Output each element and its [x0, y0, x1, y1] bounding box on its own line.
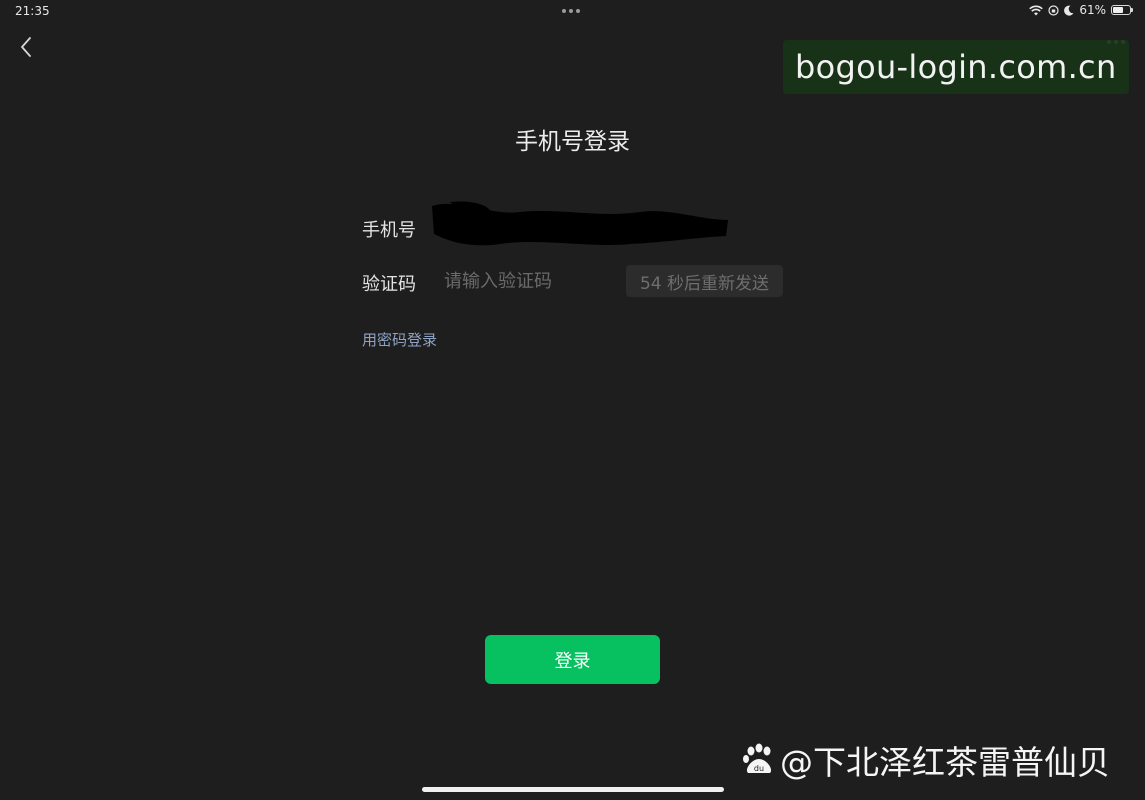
- status-time: 21:35: [15, 4, 50, 18]
- battery-icon: [1111, 5, 1133, 15]
- phone-number-redacted[interactable]: [430, 198, 730, 253]
- author-watermark: du @下北泽红茶雷普仙贝: [742, 736, 1110, 784]
- code-label: 验证码: [362, 274, 416, 295]
- wifi-icon: [1029, 5, 1044, 15]
- login-button[interactable]: 登录: [485, 635, 660, 684]
- url-watermark: bogou-login.com.cn: [783, 40, 1129, 94]
- page-title: 手机号登录: [515, 129, 630, 155]
- baidu-paw-icon: du: [743, 743, 772, 773]
- moon-icon: [1064, 5, 1074, 16]
- svg-text:du: du: [754, 764, 764, 773]
- battery-percent: 61%: [1079, 3, 1106, 17]
- chevron-left-icon: [21, 37, 31, 57]
- phone-label: 手机号: [362, 220, 416, 241]
- phone-login-screen: 21:35 61% bogou-login.com.cn 手机号登录 手机号 验…: [0, 0, 1145, 800]
- status-indicators: 61%: [1029, 3, 1133, 17]
- resend-code-button[interactable]: 54 秒后重新发送: [626, 265, 783, 297]
- back-button[interactable]: [14, 34, 38, 60]
- home-indicator[interactable]: [422, 787, 724, 792]
- verification-code-input[interactable]: [444, 266, 614, 296]
- password-login-link[interactable]: 用密码登录: [362, 329, 437, 350]
- multitask-dots-icon[interactable]: [562, 9, 580, 13]
- rotation-lock-icon: [1048, 4, 1059, 16]
- author-name: @下北泽红茶雷普仙贝: [780, 743, 1110, 782]
